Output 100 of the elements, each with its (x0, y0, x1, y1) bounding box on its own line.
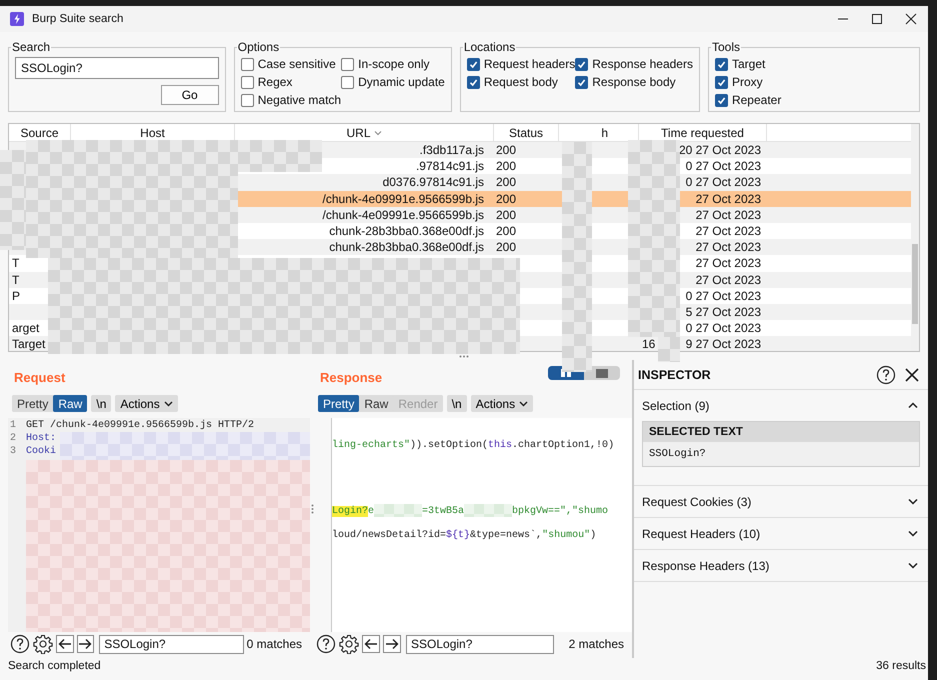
checkbox-label: In-scope only (358, 57, 430, 71)
actions-button[interactable]: Actions (470, 395, 534, 412)
checkbox-label: Request headers (484, 57, 576, 71)
checkbox[interactable] (714, 94, 728, 106)
match-count: 2 matches (568, 637, 625, 651)
table-cell: 200 (496, 143, 516, 157)
panel-title: INSPECTOR (638, 368, 712, 382)
column-header[interactable]: Host (140, 126, 165, 140)
column-header[interactable]: URL (346, 126, 382, 140)
pane-title: Request (14, 370, 66, 386)
table-cell: 9 27 Oct 2023 (686, 336, 761, 351)
checkbox-label: Target (732, 57, 766, 71)
checkbox[interactable] (575, 58, 588, 70)
newline-button[interactable]: \n (446, 395, 467, 412)
splitter-handle-icon[interactable] (310, 504, 314, 514)
table-cell: 27 Oct 2023 (696, 272, 761, 288)
view-tab[interactable]: Pretty (318, 395, 360, 412)
help-icon[interactable] (876, 365, 896, 385)
column-header[interactable]: h (601, 126, 608, 140)
table-cell: 27 Oct 2023 (696, 239, 761, 256)
checkbox[interactable] (240, 58, 254, 70)
actions-button[interactable]: Actions (115, 395, 178, 412)
table-cell: P (12, 288, 20, 303)
expand-chevron-icon[interactable] (908, 498, 918, 505)
settings-icon[interactable] (33, 634, 53, 654)
checkbox-label: Negative match (258, 93, 342, 107)
table-cell: 27 Oct 2023 (696, 222, 761, 240)
find-field[interactable]: SSOLogin? (99, 634, 244, 654)
table-cell: 0 27 Oct 2023 (686, 288, 761, 304)
selected-text-heading: SELECTED TEXT (643, 422, 919, 442)
pane-title: Response (320, 370, 382, 386)
status-message: Search completed (8, 660, 101, 672)
column-header[interactable]: Time requested (661, 126, 744, 140)
table-cell: chunk-28b3bba0.368e00df.js (329, 240, 484, 254)
table-cell: 27 Oct 2023 (696, 190, 761, 207)
section-header[interactable]: Response Headers (13) (642, 558, 770, 572)
search-field[interactable]: SSOLogin? (15, 57, 219, 79)
table-cell: Target (12, 337, 46, 351)
help-icon[interactable] (10, 634, 30, 654)
table-cell: /chunk-4e09991e.9566599b.js (322, 208, 484, 222)
code-line: Cooki (26, 446, 56, 457)
table-cell: 200 (496, 208, 516, 222)
checkbox[interactable] (714, 76, 728, 88)
checkbox[interactable] (714, 58, 728, 70)
table-cell: chunk-28b3bba0.368e00df.js (329, 224, 484, 238)
checkbox-label: Repeater (732, 93, 782, 107)
settings-icon[interactable] (339, 634, 359, 654)
checkbox[interactable] (466, 76, 480, 88)
checkbox-label: Response body (592, 75, 676, 89)
previous-match-button[interactable] (56, 635, 74, 653)
previous-match-button[interactable] (362, 635, 380, 653)
checkbox[interactable] (575, 76, 588, 88)
find-field[interactable]: SSOLogin? (406, 634, 554, 654)
line-number: 1 (10, 420, 16, 431)
section-header[interactable]: Selection (9) (642, 398, 710, 412)
scrollbar-thumb[interactable] (912, 244, 918, 324)
checkbox[interactable] (341, 76, 354, 88)
table-cell: d0376.97814c91.js (382, 175, 484, 190)
line-number: 2 (10, 433, 16, 444)
expand-chevron-icon[interactable] (908, 530, 918, 537)
expand-chevron-icon[interactable] (908, 562, 918, 569)
next-match-button[interactable] (383, 635, 401, 653)
table-cell: 27 Oct 2023 (696, 255, 761, 272)
section-header[interactable]: Request Cookies (3) (642, 494, 752, 508)
code-editor[interactable]: ling-echarts")).setOption(this.chartOption1,!0) Login?e =3twB5a bpkgVw==","shumo loud/newsDetail?id=${t}&type=news`,"shumou") (331, 418, 632, 632)
view-tab[interactable]: Raw (53, 395, 88, 412)
table-cell: 27 Oct 2023 (696, 206, 761, 223)
code-line: Host: (26, 433, 56, 444)
table-cell: 20 27 Oct 2023 (678, 142, 761, 158)
table-cell: .97814c91.js (416, 159, 484, 174)
group-label: Options (236, 40, 280, 54)
table-cell: 200 (496, 192, 516, 206)
code-line: GET /chunk-4e09991e.9566599b.js HTTP/2 (26, 420, 254, 431)
newline-button[interactable]: \n (91, 395, 112, 412)
code-line: loud/newsDetail?id=${t}&type=news`,"shumou") (332, 530, 596, 541)
checkbox[interactable] (466, 58, 480, 70)
checkbox[interactable] (240, 76, 254, 88)
column-header[interactable]: Status (508, 126, 544, 140)
code-line: ling-echarts")).setOption(this.chartOption1,!0) (332, 440, 614, 451)
column-header[interactable]: Source (20, 126, 59, 140)
collapse-chevron-icon[interactable] (908, 402, 918, 409)
selected-text-value: SSOLogin? (643, 442, 919, 466)
next-match-button[interactable] (76, 635, 94, 653)
section-header[interactable]: Request Headers (10) (642, 526, 760, 540)
line-number: 3 (10, 446, 16, 457)
checkbox-label: Case sensitive (258, 57, 336, 71)
caret-icon (164, 400, 173, 406)
splitter-handle-icon[interactable] (459, 354, 469, 358)
checkbox[interactable] (341, 58, 354, 70)
go-button[interactable]: Go (160, 85, 219, 105)
group-label: Locations (462, 40, 516, 54)
table-cell: 200 (496, 159, 516, 174)
table-cell: 0 27 Oct 2023 (686, 320, 761, 336)
app-icon (10, 12, 24, 26)
table-cell: .f3db117a.js (420, 143, 484, 157)
table-cell: 0 27 Oct 2023 (686, 174, 761, 191)
help-icon[interactable] (316, 634, 336, 654)
checkbox-label: Regex (258, 75, 292, 89)
checkbox[interactable] (240, 94, 254, 106)
table-cell: 200 (496, 175, 516, 190)
